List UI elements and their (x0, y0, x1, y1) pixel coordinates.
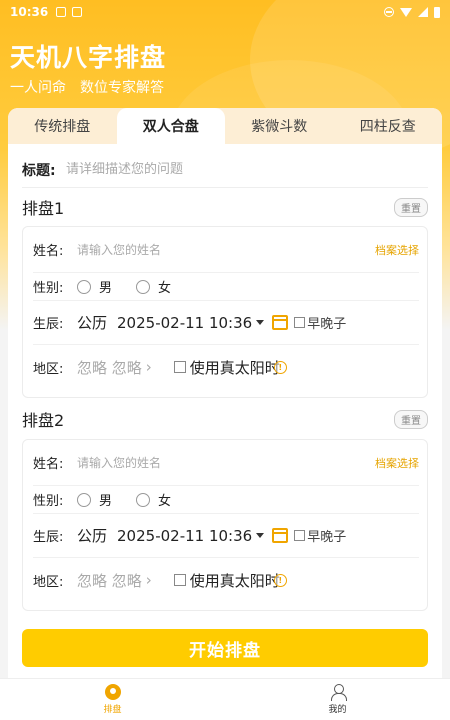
title-input[interactable] (66, 162, 428, 177)
chart2-name-input[interactable] (77, 455, 375, 470)
chart1-form: 姓名: 档案选择 性别: 男 女 生辰: 公历 2025-02-11 10:36 (22, 226, 428, 398)
chart1-gender-row: 性别: 男 女 (33, 273, 419, 301)
main-card: 传统排盘 双人合盘 紫微斗数 四柱反查 标题: 排盘1 重置 姓名: 档案选择 … (8, 108, 442, 678)
chart2-region-picker[interactable]: 忽略 忽略 › (77, 570, 152, 591)
region-value: 忽略 忽略 (77, 358, 142, 377)
chart2-gender-row: 性别: 男 女 (33, 486, 419, 514)
solar-label: 使用真太阳时 (189, 358, 280, 377)
app-notification-icon (72, 7, 83, 17)
chart2-male-option[interactable]: 男 (77, 490, 112, 509)
chart2-datetime-picker[interactable]: 公历 2025-02-11 10:36 (77, 525, 272, 546)
radio-icon (77, 279, 91, 294)
dropdown-caret-icon (256, 320, 265, 325)
male-label: 男 (99, 281, 113, 296)
solar-label: 使用真太阳时 (189, 571, 280, 590)
info-icon[interactable]: ! (273, 573, 287, 587)
region-label: 地区: (33, 574, 64, 590)
datetime-value: 2025-02-11 10:36 (117, 313, 253, 332)
checkbox-icon (173, 361, 186, 373)
status-time: 10:36 (10, 5, 49, 19)
name-label: 姓名: (33, 457, 64, 472)
datetime-value: 2025-02-11 10:36 (117, 526, 253, 545)
radio-icon (77, 492, 91, 507)
nav-item-chart[interactable]: 排盘 (0, 679, 225, 720)
chart1-name-row: 姓名: 档案选择 (33, 227, 419, 273)
calendar-type: 公历 (77, 527, 108, 545)
birth-label: 生辰: (33, 530, 64, 545)
chart1-title: 排盘1 (22, 199, 65, 218)
chart2-early-checkbox[interactable] (294, 530, 306, 541)
chart1-region-picker[interactable]: 忽略 忽略 › (77, 357, 152, 378)
region-value: 忽略 忽略 (77, 571, 142, 590)
chart1-name-input[interactable] (77, 242, 375, 257)
chart1-region-row: 地区: 忽略 忽略 › 使用真太阳时 ! (33, 345, 419, 389)
tab-reverse[interactable]: 四柱反查 (334, 108, 443, 144)
male-label: 男 (99, 494, 113, 509)
chart1-solar-option[interactable]: 使用真太阳时 ! (173, 357, 287, 378)
chart2-female-option[interactable]: 女 (136, 490, 171, 509)
chart2-birth-row: 生辰: 公历 2025-02-11 10:36 早晚子 (33, 514, 419, 558)
calendar-type: 公历 (77, 314, 108, 332)
nav-label-profile: 我的 (328, 705, 347, 715)
chart1-archive-link[interactable]: 档案选择 (375, 242, 419, 258)
chart2-header: 排盘2 重置 (22, 406, 428, 432)
chart1-datetime-picker[interactable]: 公历 2025-02-11 10:36 (77, 312, 272, 333)
chart2-reset-button[interactable]: 重置 (394, 409, 428, 429)
signal-icon (418, 7, 428, 17)
gallery-notification-icon (56, 7, 67, 17)
birth-label: 生辰: (33, 317, 64, 332)
chart2-archive-link[interactable]: 档案选择 (375, 455, 419, 471)
radio-icon (136, 279, 151, 294)
status-bar: 10:36 (0, 0, 450, 24)
checkbox-icon (173, 574, 186, 586)
tab-ziwei[interactable]: 紫微斗数 (225, 108, 334, 144)
female-label: 女 (158, 281, 172, 296)
early-label: 早晚子 (307, 317, 347, 332)
app-subtitle: 一人问命 数位专家解答 (10, 77, 164, 97)
chart2-region-row: 地区: 忽略 忽略 › 使用真太阳时 ! (33, 558, 419, 602)
chart-nav-icon (104, 684, 121, 700)
chart2-solar-option[interactable]: 使用真太阳时 ! (173, 570, 287, 591)
dropdown-caret-icon (256, 533, 265, 538)
chevron-right-icon: › (145, 358, 152, 376)
gender-label: 性别: (33, 281, 64, 296)
subtitle-left: 一人问命 (10, 80, 66, 96)
chart1-male-option[interactable]: 男 (77, 277, 112, 296)
battery-icon (434, 6, 440, 18)
calendar-icon[interactable] (272, 315, 289, 330)
title-label: 标题: (22, 162, 56, 179)
info-icon[interactable]: ! (273, 360, 287, 374)
chart1-header: 排盘1 重置 (22, 194, 428, 220)
user-icon (330, 684, 347, 701)
early-label: 早晚子 (307, 530, 347, 545)
bottom-nav: 排盘 我的 (0, 678, 450, 720)
chart1-birth-row: 生辰: 公历 2025-02-11 10:36 早晚子 (33, 301, 419, 345)
start-chart-button[interactable]: 开始排盘 (22, 629, 428, 667)
tab-bar: 传统排盘 双人合盘 紫微斗数 四柱反查 (8, 108, 442, 144)
chart2-name-row: 姓名: 档案选择 (33, 440, 419, 486)
female-label: 女 (158, 494, 172, 509)
gender-label: 性别: (33, 494, 64, 509)
app-title: 天机八字排盘 (10, 43, 167, 72)
nav-item-profile[interactable]: 我的 (225, 679, 450, 720)
chart1-female-option[interactable]: 女 (136, 277, 171, 296)
chart2-form: 姓名: 档案选择 性别: 男 女 生辰: 公历 2025-02-11 10:36 (22, 439, 428, 611)
do-not-disturb-icon (384, 7, 394, 17)
subtitle-right: 数位专家解答 (80, 80, 164, 96)
nav-label-chart: 排盘 (103, 705, 122, 715)
chart2-title: 排盘2 (22, 411, 65, 430)
tab-couple[interactable]: 双人合盘 (116, 108, 225, 144)
chart1-early-checkbox[interactable] (294, 317, 306, 328)
name-label: 姓名: (33, 244, 64, 259)
chevron-right-icon: › (145, 571, 152, 589)
region-label: 地区: (33, 361, 64, 377)
wifi-icon (400, 7, 412, 17)
radio-icon (136, 492, 151, 507)
chart1-reset-button[interactable]: 重置 (394, 197, 428, 217)
calendar-icon[interactable] (272, 528, 289, 543)
tab-traditional[interactable]: 传统排盘 (8, 108, 117, 144)
title-row: 标题: (22, 152, 428, 188)
